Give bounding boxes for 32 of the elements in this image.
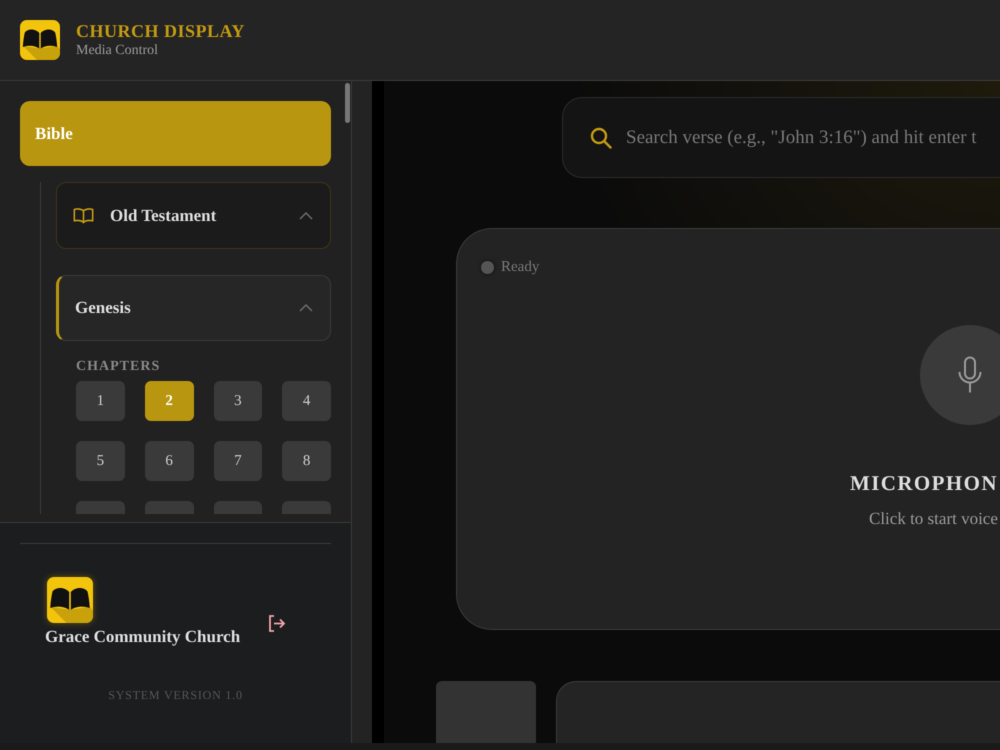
chapters-heading: CHAPTERS <box>76 358 160 376</box>
chapter-button[interactable] <box>214 501 262 514</box>
chapter-button[interactable]: 4 <box>282 381 331 421</box>
app-title: CHURCH DISPLAY <box>76 21 245 41</box>
logout-button[interactable] <box>268 615 286 635</box>
scrollbar[interactable] <box>345 83 350 123</box>
chapter-button[interactable]: 8 <box>282 441 331 481</box>
microphone-hint: Click to start voice <box>869 509 998 529</box>
search-icon <box>590 126 612 148</box>
chapter-button[interactable] <box>282 501 331 514</box>
chapter-button[interactable]: 7 <box>214 441 262 481</box>
app-subtitle: Media Control <box>76 42 158 59</box>
chevron-icon <box>299 212 313 220</box>
status-text: Ready <box>501 258 540 276</box>
bible-logo-icon <box>20 20 60 60</box>
version-text: SYSTEM VERSION 1.0 <box>108 688 243 703</box>
microphone-title: MICROPHON <box>850 471 998 496</box>
logout-icon <box>268 615 286 632</box>
chapter-button[interactable]: 3 <box>214 381 262 421</box>
chapter-button[interactable] <box>144 501 194 514</box>
bible-logo-icon <box>47 577 93 623</box>
book-icon <box>73 207 94 224</box>
chapter-button[interactable]: 5 <box>76 441 125 481</box>
microphone-icon <box>957 356 983 394</box>
chapter-button[interactable]: 6 <box>144 441 194 481</box>
search-input[interactable]: Search verse (e.g., "John 3:16") and hit enter t <box>626 126 1000 148</box>
chapter-button[interactable]: 1 <box>76 381 125 421</box>
testament-item[interactable]: Old Testament <box>56 182 331 249</box>
book-item[interactable]: Genesis <box>56 275 331 341</box>
chevron-icon <box>299 304 313 312</box>
church-name: Grace Community Church <box>45 627 240 647</box>
chapter-button[interactable] <box>76 501 125 514</box>
